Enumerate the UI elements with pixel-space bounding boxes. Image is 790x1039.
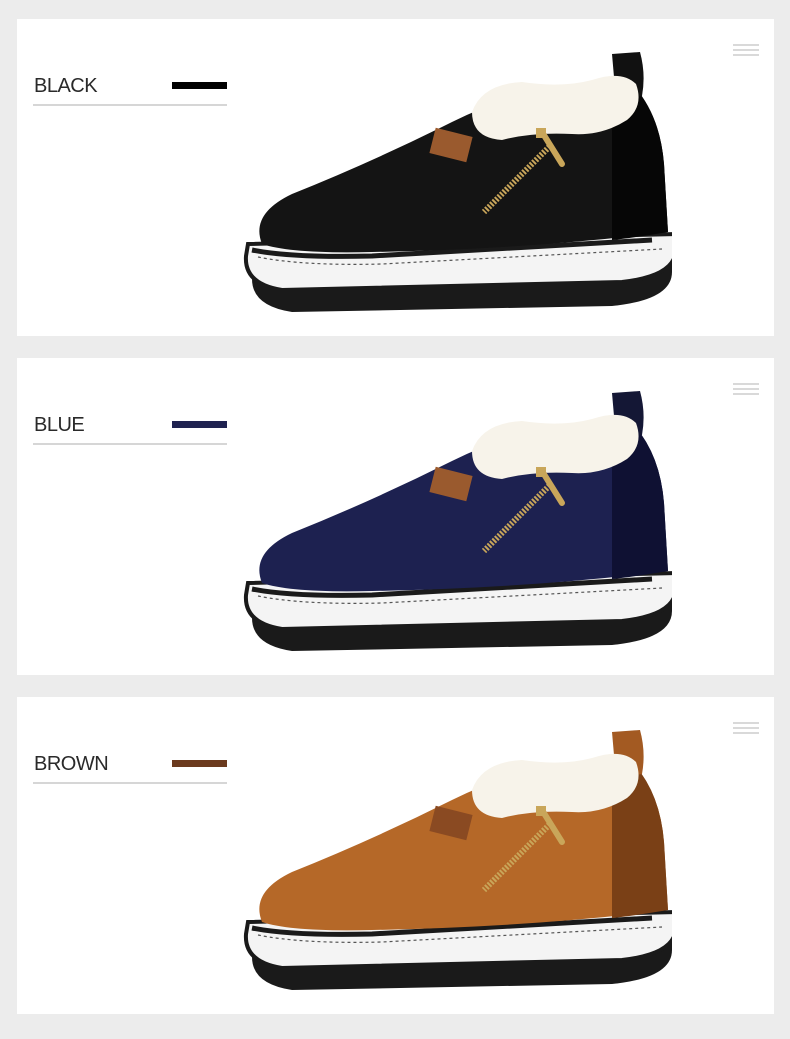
- menu-icon[interactable]: [733, 722, 759, 735]
- variant-panel-brown: BROWN: [17, 697, 774, 1014]
- color-swatch: [172, 421, 227, 428]
- variant-panel-black: BLACK: [17, 19, 774, 336]
- menu-icon[interactable]: [733, 44, 759, 57]
- variant-label: BROWN: [34, 753, 109, 775]
- blue-shoe-icon: [243, 391, 672, 651]
- brown-shoe-icon: [243, 730, 672, 990]
- label-underline: [33, 443, 227, 445]
- label-underline: [33, 782, 227, 784]
- label-underline: [33, 104, 227, 106]
- variant-label: BLACK: [34, 75, 98, 97]
- color-swatch: [172, 760, 227, 767]
- menu-icon[interactable]: [733, 383, 759, 396]
- black-shoe-icon: [243, 52, 672, 312]
- color-swatch: [172, 82, 227, 89]
- variant-panel-blue: BLUE: [17, 358, 774, 675]
- variant-label: BLUE: [34, 414, 85, 436]
